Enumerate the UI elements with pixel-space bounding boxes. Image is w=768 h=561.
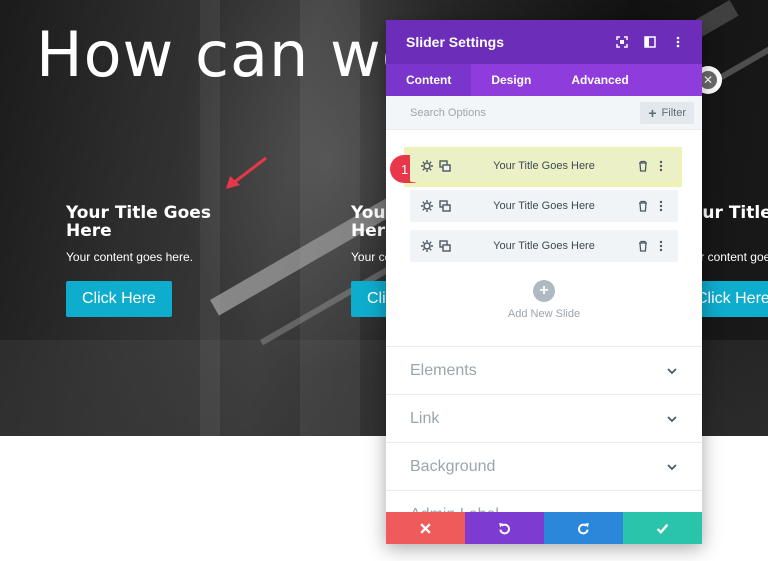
split-view-icon[interactable]	[640, 32, 660, 52]
tab-design[interactable]: Design	[471, 64, 551, 96]
duplicate-icon[interactable]	[436, 157, 454, 175]
settings-sections: Elements Link Background Admin Label	[386, 346, 702, 538]
chevron-down-icon	[667, 367, 677, 374]
add-icon[interactable]: +	[533, 280, 555, 302]
settings-tabs: Content Design Advanced	[386, 64, 702, 96]
more-vertical-icon[interactable]	[652, 197, 670, 215]
section-label: Elements	[410, 361, 477, 379]
undo-button[interactable]	[465, 512, 544, 544]
slider-settings-panel: Slider Settings Content Design Advanced …	[386, 20, 702, 544]
gear-icon[interactable]	[418, 197, 436, 215]
slide-button[interactable]: Click Here	[66, 281, 172, 317]
slide-item-label: Your Title Goes Here	[493, 200, 595, 212]
fullscreen-icon[interactable]	[612, 32, 632, 52]
panel-footer	[386, 512, 702, 544]
filter-button[interactable]: + Filter	[640, 101, 694, 124]
slide-item[interactable]: Your Title Goes Here	[410, 190, 678, 222]
gear-icon[interactable]	[418, 237, 436, 255]
more-vertical-icon[interactable]	[668, 32, 688, 52]
slide-item[interactable]: Your Title Goes Here	[410, 150, 678, 182]
pointer-arrow-icon	[226, 156, 267, 189]
search-options: Search Options + Filter	[386, 96, 702, 130]
filter-label: Filter	[661, 106, 686, 119]
hero-title: How can we	[36, 18, 421, 91]
cancel-button[interactable]	[386, 512, 465, 544]
section-label: Link	[410, 409, 440, 427]
duplicate-icon[interactable]	[436, 237, 454, 255]
slide-item[interactable]: Your Title Goes Here	[410, 230, 678, 262]
chevron-down-icon	[667, 463, 677, 470]
section-link[interactable]: Link	[386, 394, 702, 442]
redo-icon	[578, 522, 589, 534]
slide-item-label: Your Title Goes Here	[493, 240, 595, 252]
redo-button[interactable]	[544, 512, 623, 544]
duplicate-icon[interactable]	[436, 197, 454, 215]
undo-icon	[499, 522, 510, 534]
search-input[interactable]: Search Options	[410, 107, 640, 119]
slide-title: Your Title Goes Here	[66, 203, 211, 241]
tab-content[interactable]: Content	[386, 64, 472, 96]
section-background[interactable]: Background	[386, 442, 702, 490]
more-vertical-icon[interactable]	[652, 157, 670, 175]
trash-icon[interactable]	[634, 197, 652, 215]
slide-content: Your content goes here.	[66, 250, 193, 264]
check-icon	[656, 523, 669, 534]
slides-list: 1 Your Title Goes Here Your Title Goes H…	[386, 130, 702, 320]
tab-advanced[interactable]: Advanced	[551, 64, 648, 96]
add-slide-label: Add New Slide	[507, 308, 581, 320]
close-icon	[420, 522, 431, 534]
trash-icon[interactable]	[634, 237, 652, 255]
gear-icon[interactable]	[418, 157, 436, 175]
slide-item-label: Your Title Goes Here	[493, 160, 595, 172]
save-button[interactable]	[623, 512, 702, 544]
add-new-slide[interactable]: + Add New Slide	[410, 270, 678, 320]
panel-title: Slider Settings	[406, 34, 505, 50]
section-elements[interactable]: Elements	[386, 346, 702, 394]
slide-1: Your Title Goes Here Your content goes h…	[66, 204, 236, 317]
chevron-down-icon	[667, 415, 677, 422]
plus-icon: +	[648, 104, 657, 121]
panel-header: Slider Settings	[386, 20, 702, 64]
more-vertical-icon[interactable]	[652, 237, 670, 255]
trash-icon[interactable]	[634, 157, 652, 175]
section-label: Background	[410, 457, 496, 475]
